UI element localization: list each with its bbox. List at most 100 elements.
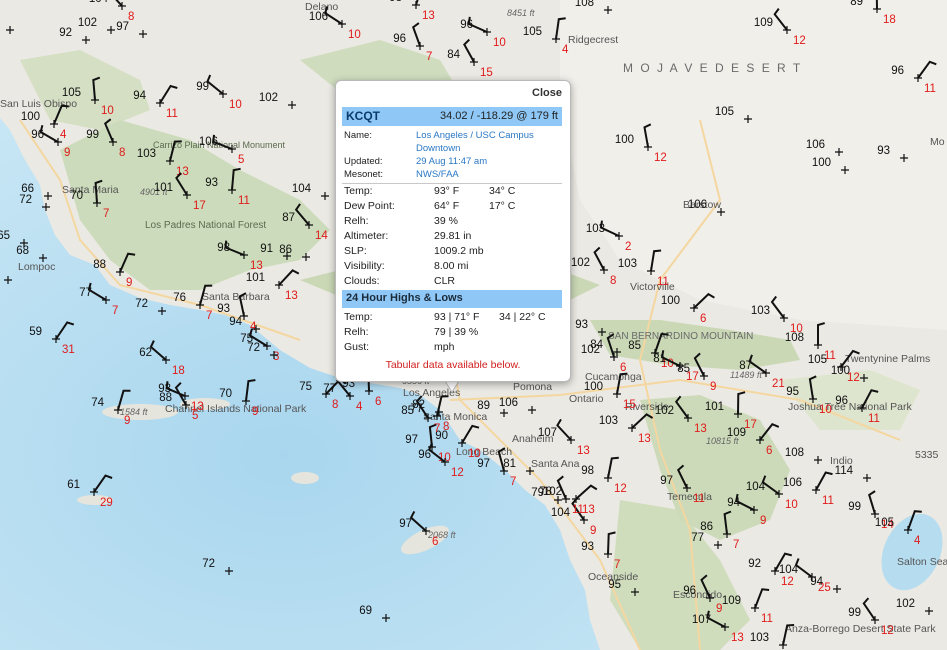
station-wind-speed: 12 [781,576,794,588]
station-temperature: 87 [282,212,295,224]
relh-label: Relh: [344,215,369,227]
station-wind-speed: 13 [250,260,263,272]
region-label-lospadres: Los Padres National Forest [145,220,266,231]
station-wind-speed: 17 [193,200,206,212]
station-temperature: 102 [259,92,278,104]
station-wind-speed: 29 [100,497,113,509]
station-temperature: 108 [785,332,804,344]
place-label: Joshua Tree National Park [788,401,912,413]
station-temperature: 72 [135,298,148,310]
station-popup: Close KCQT 34.02 / -118.29 @ 179 ft Name… [335,80,571,382]
station-temperature: 99 [196,81,209,93]
station-temperature: 95 [608,579,621,591]
station-wind-speed: 7 [510,476,516,488]
station-temperature: 93 [205,177,218,189]
station-coords: 34.02 / -118.29 @ 179 ft [440,110,558,122]
station-wind-speed: 11 [761,613,773,625]
station-wind-speed: 11 [166,108,178,120]
station-temperature: 77 [691,532,704,544]
station-wind-speed: 8 [443,421,449,433]
station-temperature: 108 [785,447,804,459]
tabular-data-note[interactable]: Tabular data available below. [336,359,570,371]
station-temperature: 102 [571,257,590,269]
station-temperature: 100 [661,295,680,307]
place-label: San Luis Obispo [0,98,77,110]
station-temperature: 105 [808,354,827,366]
name-row: Name: Los Angeles / USC Campus [344,130,562,144]
station-temperature: 72 [202,558,215,570]
station-temperature: 104 [292,183,312,195]
station-wind-speed: 7 [733,539,739,551]
station-wind-speed: 6 [375,396,381,408]
station-temperature: 109 [727,427,746,439]
relh-row: Relh: 39 % [344,215,562,229]
altimeter-value: 29.81 in [434,230,472,242]
station-id[interactable]: KCQT [346,109,380,123]
station-temperature: 109 [754,17,773,29]
hl-relh-value: 79 | 39 % [434,326,479,338]
station-temperature: 104 [551,507,571,519]
highs-lows-title: 24 Hour Highs & Lows [346,292,463,304]
station-wind-speed: 13 [731,632,744,644]
station-temperature: 72 [19,194,32,206]
station-temperature: 105 [875,517,894,529]
station-temperature: 75 [299,381,312,393]
mesonet-value[interactable]: NWS/FAA [416,169,459,180]
station-wind-speed: 7 [426,51,432,63]
station-temperature: 108 [575,0,594,9]
station-temperature: 101 [246,272,265,284]
hl-relh-label: Relh: [344,326,369,338]
updated-value[interactable]: 29 Aug 11:47 am [416,156,487,167]
station-temperature: 98 [217,242,230,254]
hl-gust-label: Gust: [344,341,370,353]
station-wind-speed: 11 [238,195,250,207]
station-temperature: 87 [739,360,752,372]
name-row-2: Downtown [344,143,562,157]
station-temperature: 86 [700,521,713,533]
highs-lows-header: 24 Hour Highs & Lows [342,290,562,308]
place-label: Twentynine Palms [845,353,930,365]
station-wind-speed: 11 [868,413,880,425]
station-wind-speed: 15 [623,399,636,411]
station-temperature: 99 [86,129,99,141]
station-wind-speed: 12 [654,152,667,164]
station-temperature: 103 [751,305,770,317]
station-wind-speed: 7 [206,310,212,322]
dewpoint-c: 17° C [489,200,516,212]
station-temperature: 81 [503,458,516,470]
station-wind-speed: 6 [432,536,438,548]
station-wind-speed: 5 [192,410,198,422]
station-temperature: 100 [831,365,850,377]
station-temperature: 85 [677,363,690,375]
station-temperature: 102 [896,598,915,610]
station-temperature: 84 [590,339,603,351]
station-temperature: 92 [748,558,761,570]
name-value-2[interactable]: Downtown [416,143,460,154]
station-wind-speed: 9 [590,525,596,537]
place-label: Escondido [673,589,722,601]
name-value[interactable]: Los Angeles / USC Campus [416,130,534,141]
station-wind-speed: 11 [657,276,669,288]
station-temperature: 81 [653,353,666,365]
station-wind-speed: 5 [238,154,244,166]
station-temperature: 85 [628,340,641,352]
station-wind-speed: 7 [112,305,118,317]
station-temperature: 102 [655,405,674,417]
station-temperature: 96 [683,585,696,597]
station-temperature: 94 [133,90,146,102]
altimeter-row: Altimeter: 29.81 in [344,230,562,244]
station-wind-speed: 13 [285,290,298,302]
visibility-value: 8.00 mi [434,260,469,272]
station-wind-speed: 4 [562,44,569,56]
station-temperature: 93 [575,319,588,331]
popup-close-button[interactable]: Close [532,87,562,99]
hl-temp-row: Temp: 93 | 71° F 34 | 22° C [344,311,562,325]
station-temperature: 102 [78,17,97,29]
station-wind-speed: 13 [577,445,590,457]
dewpoint-f: 64° F [434,200,460,212]
station-wind-speed: 9 [716,603,722,615]
station-wind-speed: 6 [766,445,772,457]
station-temperature: 89 [477,400,490,412]
station-temperature: 68 [16,245,29,257]
temp-label: Temp: [344,185,373,197]
